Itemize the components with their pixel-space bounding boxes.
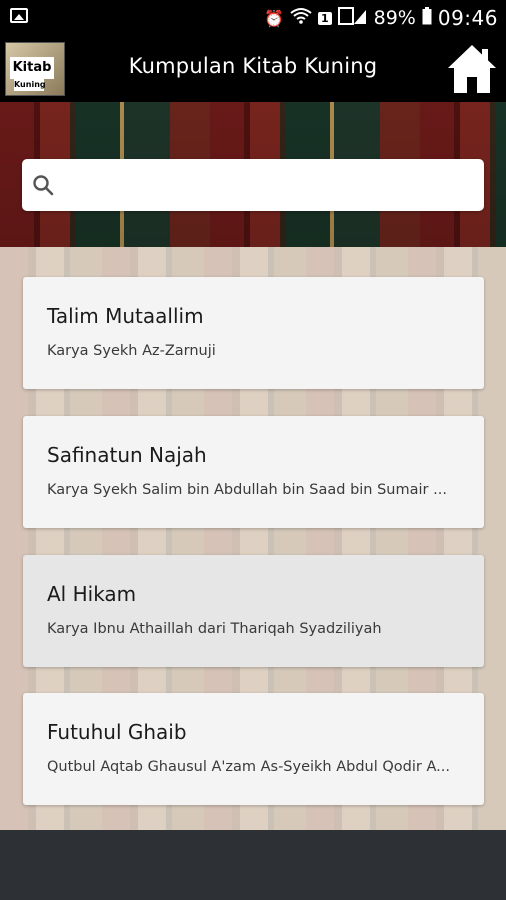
battery-percent: 89% (373, 7, 416, 29)
battery-icon (422, 7, 432, 29)
item-title: Talim Mutaallim (47, 304, 204, 328)
clock: 09:46 (437, 6, 498, 30)
list-item[interactable]: Safinatun Najah Karya Syekh Salim bin Ab… (23, 416, 484, 528)
item-subtitle: Qutbul Aqtab Ghausul A'zam As-Syeikh Abd… (47, 759, 450, 775)
list-item[interactable]: Al Hikam Karya Ibnu Athaillah dari Thari… (23, 555, 484, 667)
item-title: Futuhul Ghaib (47, 720, 187, 744)
list-item[interactable]: Futuhul Ghaib Qutbul Aqtab Ghausul A'zam… (23, 693, 484, 805)
kitab-list: Talim Mutaallim Karya Syekh Az-Zarnuji S… (0, 247, 506, 830)
bottom-bar (0, 830, 506, 900)
item-title: Safinatun Najah (47, 443, 207, 467)
home-icon (448, 45, 496, 93)
home-button[interactable] (444, 42, 500, 96)
wifi-icon (290, 7, 312, 29)
item-subtitle: Karya Syekh Salim bin Abdullah bin Saad … (47, 482, 447, 498)
status-bar: ⏰ 1 89% 09:46 (0, 0, 506, 36)
search-input[interactable] (22, 159, 484, 211)
logo-line2: Kuning (14, 79, 46, 91)
list-item[interactable]: Talim Mutaallim Karya Syekh Az-Zarnuji (23, 277, 484, 389)
status-icons: ⏰ 1 89% 09:46 (264, 6, 498, 30)
gallery-notification-icon (10, 8, 28, 23)
item-subtitle: Karya Ibnu Athaillah dari Thariqah Syadz… (47, 621, 382, 637)
app-title: Kumpulan Kitab Kuning (128, 54, 378, 78)
sim-badge: 1 (317, 11, 332, 25)
signal-icon (337, 7, 368, 29)
app-bar: Kitab Kuning Kumpulan Kitab Kuning (0, 36, 506, 102)
search-icon (33, 175, 54, 196)
alarm-icon: ⏰ (264, 8, 284, 28)
item-subtitle: Karya Syekh Az-Zarnuji (47, 343, 216, 359)
item-title: Al Hikam (47, 582, 137, 606)
